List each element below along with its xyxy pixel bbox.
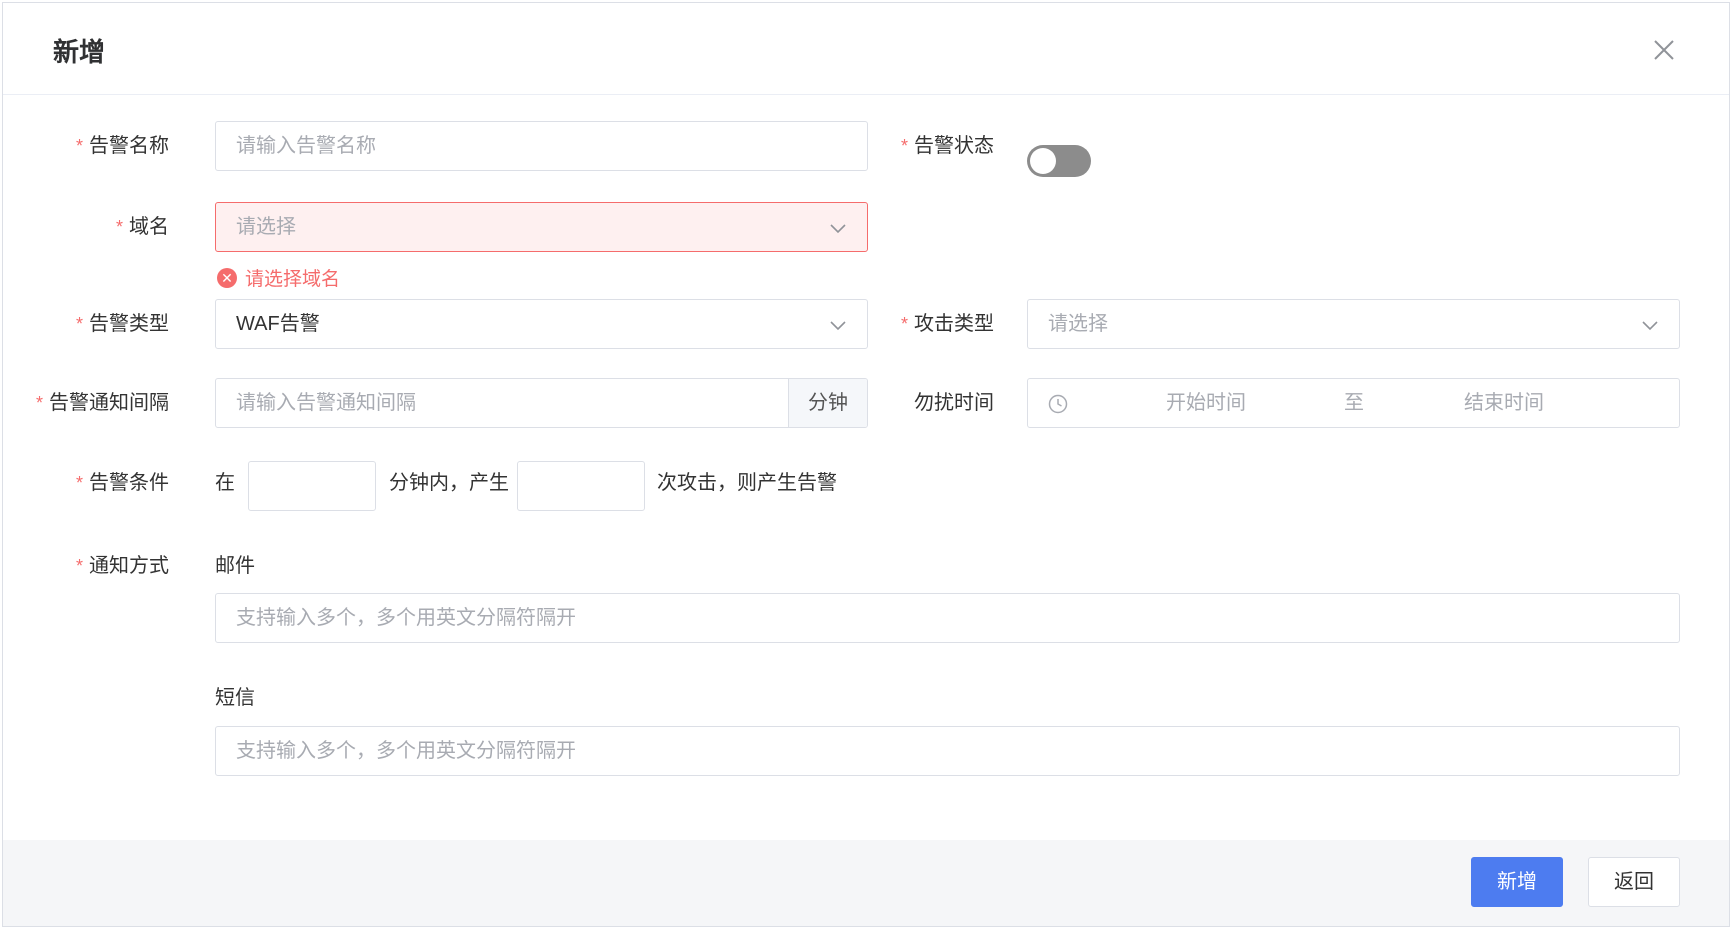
notify-interval-label-text: 告警通知间隔	[49, 392, 169, 414]
dialog-body: * 告警名称 请输入告警名称 * 告警状态 * 域名 请选择 ✕ 请选择域名 * 告警类型…	[3, 95, 1729, 840]
end-time-input[interactable]: 结束时间	[1464, 379, 1544, 427]
condition-count-input[interactable]	[517, 461, 645, 511]
dialog-header: 新增	[3, 3, 1729, 95]
domain-select[interactable]: 请选择	[215, 202, 868, 252]
alarm-status-label-text: 告警状态	[914, 135, 994, 157]
notify-interval-placeholder: 请输入告警通知间隔	[236, 392, 416, 414]
alarm-name-input[interactable]: 请输入告警名称	[215, 121, 868, 171]
dialog-footer: 新增 返回	[3, 840, 1729, 926]
domain-label: * 域名	[116, 202, 169, 252]
toggle-knob	[1030, 148, 1056, 174]
alarm-name-placeholder: 请输入告警名称	[236, 135, 376, 157]
alarm-status-label: * 告警状态	[901, 121, 994, 171]
attack-type-label-text: 攻击类型	[914, 313, 994, 335]
domain-label-text: 域名	[129, 216, 169, 238]
alarm-type-label-text: 告警类型	[89, 313, 169, 335]
alarm-name-label-text: 告警名称	[89, 135, 169, 157]
notify-method-label: * 通知方式	[76, 541, 169, 591]
chevron-down-icon	[830, 224, 846, 234]
interval-unit: 分钟	[788, 379, 867, 427]
notify-interval-label: * 告警通知间隔	[36, 378, 169, 428]
domain-error-message: ✕ 请选择域名	[217, 267, 340, 293]
attack-type-select[interactable]: 请选择	[1027, 299, 1680, 349]
condition-prefix: 在	[215, 472, 235, 494]
error-icon: ✕	[217, 267, 237, 288]
alarm-status-toggle[interactable]	[1027, 145, 1091, 177]
condition-middle: 分钟内，产生	[389, 472, 509, 494]
required-mark: *	[35, 393, 43, 413]
dialog-title: 新增	[53, 37, 106, 67]
email-title: 邮件	[215, 555, 255, 577]
chevron-down-icon	[1642, 321, 1658, 331]
quiet-time-range-picker[interactable]: 开始时间 至 结束时间	[1027, 378, 1680, 428]
chevron-down-icon	[830, 321, 846, 331]
email-placeholder: 支持输入多个，多个用英文分隔符隔开	[236, 607, 576, 629]
sms-input[interactable]: 支持输入多个，多个用英文分隔符隔开	[215, 726, 1680, 776]
alarm-type-select[interactable]: WAF告警	[215, 299, 868, 349]
add-alarm-dialog: 新增 * 告警名称 请输入告警名称 * 告警状态 * 域名 请选择 ✕ 请选择域名	[2, 2, 1730, 927]
back-button[interactable]: 返回	[1588, 857, 1680, 907]
email-input[interactable]: 支持输入多个，多个用英文分隔符隔开	[215, 593, 1680, 643]
alarm-type-value: WAF告警	[236, 313, 320, 335]
required-mark: *	[75, 473, 83, 493]
domain-placeholder: 请选择	[236, 216, 296, 238]
quiet-time-label: 勿扰时间	[914, 392, 994, 414]
notify-method-label-text: 通知方式	[89, 555, 169, 577]
required-mark: *	[75, 314, 83, 334]
condition-suffix: 次攻击，则产生告警	[657, 472, 837, 494]
required-mark: *	[75, 556, 83, 576]
alarm-type-label: * 告警类型	[76, 299, 169, 349]
attack-type-label: * 攻击类型	[901, 299, 994, 349]
sms-placeholder: 支持输入多个，多个用英文分隔符隔开	[236, 740, 576, 762]
domain-error-text: 请选择域名	[245, 269, 341, 290]
required-mark: *	[900, 314, 908, 334]
start-time-input[interactable]: 开始时间	[1166, 379, 1246, 427]
condition-label-text: 告警条件	[89, 472, 169, 494]
clock-icon	[1048, 394, 1068, 414]
required-mark: *	[115, 217, 123, 237]
submit-button[interactable]: 新增	[1471, 857, 1563, 907]
range-separator: 至	[1344, 392, 1364, 414]
sms-title: 短信	[215, 687, 255, 709]
alarm-name-label: * 告警名称	[76, 121, 169, 171]
required-mark: *	[75, 136, 83, 156]
attack-type-placeholder: 请选择	[1048, 313, 1108, 335]
notify-interval-input[interactable]: 请输入告警通知间隔 分钟	[215, 378, 868, 428]
condition-label: * 告警条件	[76, 458, 169, 508]
required-mark: *	[900, 136, 908, 156]
close-icon[interactable]	[1653, 39, 1675, 61]
condition-minutes-input[interactable]	[248, 461, 376, 511]
